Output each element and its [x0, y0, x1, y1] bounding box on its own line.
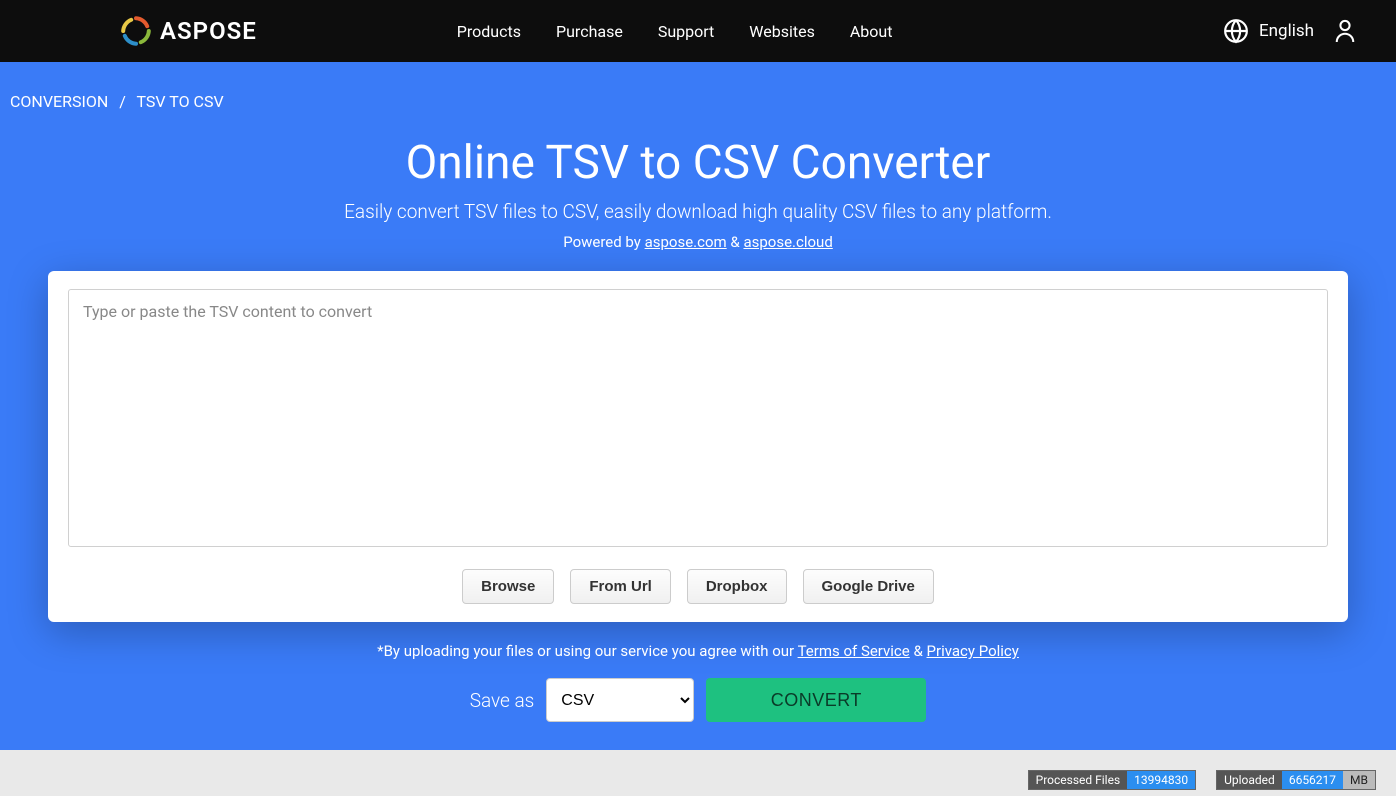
aspose-logo-icon: [120, 15, 152, 47]
stat-processed: Processed Files 13994830: [1028, 770, 1196, 790]
header: ASPOSE Products Purchase Support Website…: [0, 0, 1396, 62]
tsv-input[interactable]: [68, 289, 1328, 547]
powered-link-aspose[interactable]: aspose.com: [645, 233, 727, 251]
stats: Processed Files 13994830 Uploaded 665621…: [1028, 770, 1376, 790]
page-title: Online TSV to CSV Converter: [10, 136, 1386, 190]
nav-purchase[interactable]: Purchase: [556, 22, 623, 41]
powered-amp: &: [727, 233, 744, 251]
stat-processed-value: 13994830: [1127, 771, 1195, 789]
stat-uploaded-value: 6656217: [1282, 771, 1343, 789]
nav-support[interactable]: Support: [658, 22, 714, 41]
dropbox-button[interactable]: Dropbox: [687, 569, 787, 604]
convert-button[interactable]: CONVERT: [706, 678, 926, 722]
breadcrumb-current: TSV TO CSV: [136, 92, 223, 111]
stat-uploaded: Uploaded 6656217 MB: [1216, 770, 1376, 790]
browse-button[interactable]: Browse: [462, 569, 554, 604]
page-subtitle: Easily convert TSV files to CSV, easily …: [10, 200, 1386, 223]
terms-prefix: *By uploading your files or using our se…: [377, 642, 797, 660]
language-label: English: [1259, 21, 1314, 41]
powered-prefix: Powered by: [563, 233, 644, 251]
globe-icon: [1223, 18, 1249, 44]
powered-by: Powered by aspose.com & aspose.cloud: [10, 233, 1386, 251]
terms-tos-link[interactable]: Terms of Service: [798, 642, 910, 660]
converter-card: Browse From Url Dropbox Google Drive: [48, 271, 1348, 622]
terms-amp: &: [910, 642, 927, 660]
nav-about[interactable]: About: [850, 22, 893, 41]
brand-name: ASPOSE: [160, 17, 257, 45]
nav-websites[interactable]: Websites: [749, 22, 815, 41]
from-url-button[interactable]: From Url: [570, 569, 671, 604]
main-section: CONVERSION / TSV TO CSV Online TSV to CS…: [0, 62, 1396, 750]
user-icon[interactable]: [1334, 18, 1356, 44]
header-right: English: [1223, 18, 1356, 44]
logo[interactable]: ASPOSE: [120, 15, 257, 47]
powered-link-cloud[interactable]: aspose.cloud: [743, 233, 832, 251]
footer-strip: Processed Files 13994830 Uploaded 665621…: [0, 750, 1396, 796]
save-row: Save as CSV CONVERT: [10, 678, 1386, 722]
save-as-label: Save as: [470, 689, 535, 712]
google-drive-button[interactable]: Google Drive: [803, 569, 934, 604]
terms-text: *By uploading your files or using our se…: [10, 642, 1386, 660]
breadcrumb-conversion[interactable]: CONVERSION: [10, 92, 108, 111]
format-select[interactable]: CSV: [546, 678, 694, 722]
stat-uploaded-unit: MB: [1343, 771, 1375, 789]
terms-pp-link[interactable]: Privacy Policy: [927, 642, 1019, 660]
source-buttons: Browse From Url Dropbox Google Drive: [68, 569, 1328, 604]
breadcrumb-sep: /: [119, 92, 126, 111]
nav-products[interactable]: Products: [457, 22, 521, 41]
language-selector[interactable]: English: [1223, 18, 1314, 44]
main-nav: Products Purchase Support Websites About: [457, 22, 893, 41]
stat-uploaded-label: Uploaded: [1217, 771, 1282, 789]
stat-processed-label: Processed Files: [1029, 771, 1128, 789]
breadcrumb: CONVERSION / TSV TO CSV: [10, 82, 1386, 136]
